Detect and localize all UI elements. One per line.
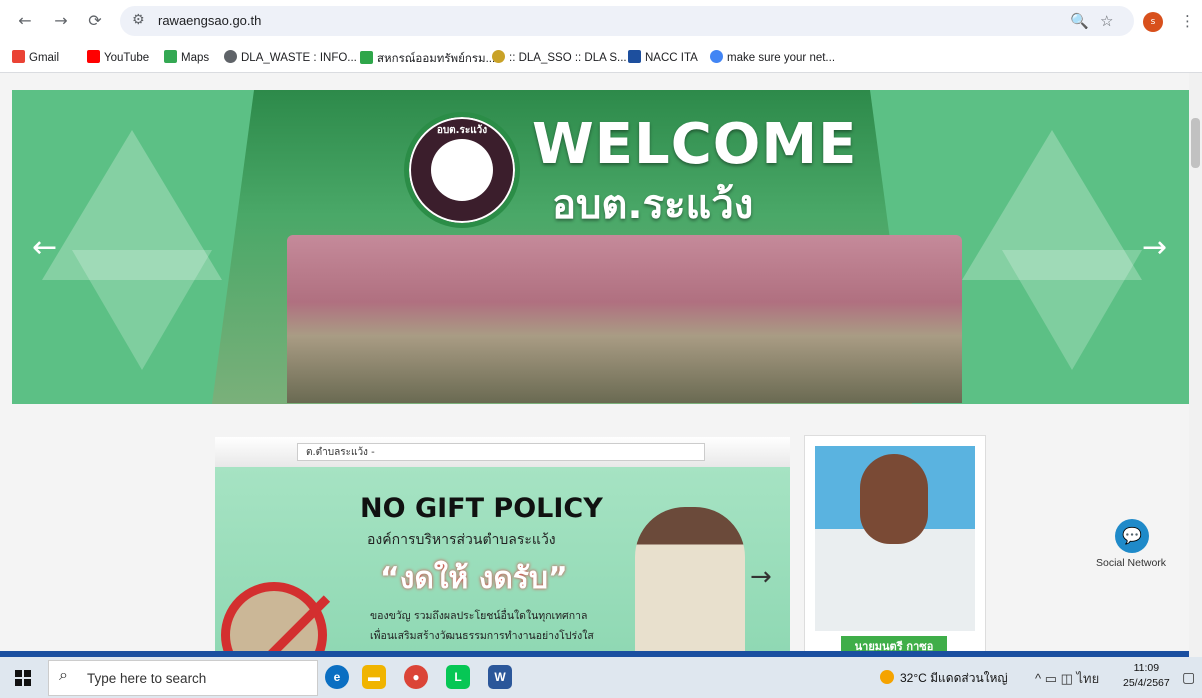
file-explorer-icon[interactable]: ▬ <box>362 665 386 689</box>
gmail-icon <box>12 50 25 63</box>
globe-icon <box>224 50 237 63</box>
search-icon: ⌕ <box>59 667 68 684</box>
menu-icon[interactable]: ⋮ <box>1180 12 1195 30</box>
zoom-icon[interactable]: 🔍 <box>1070 12 1089 30</box>
wifi-icon <box>360 51 373 64</box>
youtube-icon <box>87 50 100 63</box>
web-page: อบต.ระแว้ง WELCOME อบต.ระแว้ง ← → ต.ตำบล… <box>0 73 1189 657</box>
bookmark-dla-waste[interactable]: DLA_WASTE : INFO... <box>224 50 357 64</box>
news-banner[interactable]: ต.ตำบลระแว้ง - NO GIFT POLICY องค์การบริ… <box>215 437 790 657</box>
bookmark-label: :: DLA_SSO :: DLA S... <box>509 52 627 64</box>
os-taskbar: ⌕ Type here to search e ▬ ● L W 32°C มีแ… <box>0 657 1202 698</box>
banner-header: ต.ตำบลระแว้ง - <box>215 437 790 467</box>
carousel-prev-arrow[interactable]: ← <box>32 230 57 265</box>
bookmark-label: make sure your net... <box>727 52 836 64</box>
org-seal-logo: อบต.ระแว้ง <box>404 112 520 228</box>
word-icon[interactable]: W <box>488 665 512 689</box>
google-icon <box>710 50 723 63</box>
windows-start-icon[interactable] <box>15 670 31 686</box>
executive-face <box>860 454 928 544</box>
bookmark-nacc-ita[interactable]: NACC ITA <box>628 50 698 64</box>
page-scrollbar[interactable] <box>1189 73 1202 657</box>
taskbar-search[interactable]: ⌕ Type here to search <box>48 660 318 696</box>
address-bar[interactable]: ⚙ rawaengsao.go.th <box>120 6 1134 36</box>
banner-select[interactable]: ต.ตำบลระแว้ง - <box>297 443 705 461</box>
executive-profile-card[interactable]: นายมนตรี กาซอ <box>804 435 986 657</box>
no-gift-sign-icon <box>221 582 331 657</box>
ita-icon <box>628 50 641 63</box>
official-photo <box>635 507 745 657</box>
back-icon[interactable]: ← <box>14 10 36 32</box>
bookmark-dla-sso[interactable]: :: DLA_SSO :: DLA S... <box>492 50 627 64</box>
seal-emblem <box>431 139 493 201</box>
bookmark-youtube[interactable]: YouTube <box>87 50 149 64</box>
hero-carousel[interactable]: อบต.ระแว้ง WELCOME อบต.ระแว้ง ← → <box>12 90 1189 404</box>
banner-next-arrow[interactable]: → <box>750 562 772 592</box>
edge-icon[interactable]: e <box>325 665 349 689</box>
browser-toolbar: ← → ⟳ ⚙ rawaengsao.go.th 🔍 ☆ s ⋮ <box>0 0 1202 42</box>
site-info-icon[interactable]: ⚙ <box>132 12 145 28</box>
banner-subtitle: องค์การบริหารส่วนตำบลระแว้ง <box>367 532 556 548</box>
social-network-button[interactable]: 💬 <box>1115 519 1149 553</box>
bookmarks-bar: Gmail YouTube Maps DLA_WASTE : INFO... ส… <box>0 42 1202 73</box>
decor-triangle <box>72 250 212 370</box>
notification-icon[interactable]: ▢ <box>1182 669 1195 686</box>
hero-org-name: อบต.ระแว้ง <box>552 182 754 228</box>
taskbar-search-placeholder: Type here to search <box>87 671 207 686</box>
bookmark-label: สหกรณ์ออมทรัพย์กรม... <box>377 53 496 65</box>
hero-welcome: WELCOME <box>532 112 858 177</box>
no-gift-policy-banner[interactable]: NO GIFT POLICY องค์การบริหารส่วนตำบลระแว… <box>215 467 790 657</box>
reload-icon[interactable]: ⟳ <box>84 10 106 32</box>
bookmark-label: NACC ITA <box>645 52 698 64</box>
executive-photo <box>815 446 975 631</box>
weather-text: 32°C มีแดดส่วนใหญ่ <box>900 671 1008 685</box>
bookmark-gmail[interactable]: Gmail <box>12 50 59 64</box>
line-app-icon[interactable]: L <box>446 665 470 689</box>
maps-icon <box>164 50 177 63</box>
clock-time: 11:09 <box>1133 662 1160 674</box>
bookmark-google[interactable]: make sure your net... <box>710 50 835 64</box>
prohibition-slash <box>238 595 331 657</box>
seal-text: อบต.ระแว้ง <box>436 125 488 136</box>
bookmark-maps[interactable]: Maps <box>164 50 209 64</box>
forward-icon[interactable]: → <box>50 10 72 32</box>
banner-slogan: “งดให้ งดรับ” <box>380 561 568 596</box>
profile-avatar[interactable]: s <box>1143 12 1163 32</box>
decor-triangle <box>1002 250 1142 370</box>
scrollbar-thumb[interactable] <box>1191 118 1200 168</box>
taskbar-clock[interactable]: 11:09 25/4/2567 <box>1123 661 1170 691</box>
chrome-icon[interactable]: ● <box>404 665 428 689</box>
banner-line1: ของขวัญ รวมถึงผลประโยชน์อื่นใดในทุกเทศกา… <box>370 610 588 622</box>
bookmark-star-icon[interactable]: ☆ <box>1100 12 1113 30</box>
banner-title: NO GIFT POLICY <box>360 493 603 524</box>
bookmark-label: Maps <box>181 52 210 64</box>
language-indicator[interactable]: ไทย <box>1077 671 1100 686</box>
system-tray[interactable]: ^ ▭ ◫ ไทย <box>1035 668 1099 689</box>
clock-date: 25/4/2567 <box>1123 677 1170 689</box>
group-photo <box>287 235 962 403</box>
carousel-next-arrow[interactable]: → <box>1142 230 1167 265</box>
url-text[interactable]: rawaengsao.go.th <box>158 13 261 28</box>
bookmark-label: DLA_WASTE : INFO... <box>241 52 357 64</box>
bookmark-coop[interactable]: สหกรณ์ออมทรัพย์กรม... <box>360 50 495 68</box>
weather-widget[interactable]: 32°C มีแดดส่วนใหญ่ <box>880 669 1008 688</box>
bookmark-label: Gmail <box>29 52 60 64</box>
sun-icon <box>880 670 894 684</box>
dla-logo-icon <box>492 50 505 63</box>
banner-line2: เพื่อนเสริมสร้างวัฒนธรรมการทำงานอย่างโปร… <box>370 630 594 642</box>
social-network-label: Social Network <box>1096 557 1167 569</box>
bookmark-label: YouTube <box>104 52 150 64</box>
